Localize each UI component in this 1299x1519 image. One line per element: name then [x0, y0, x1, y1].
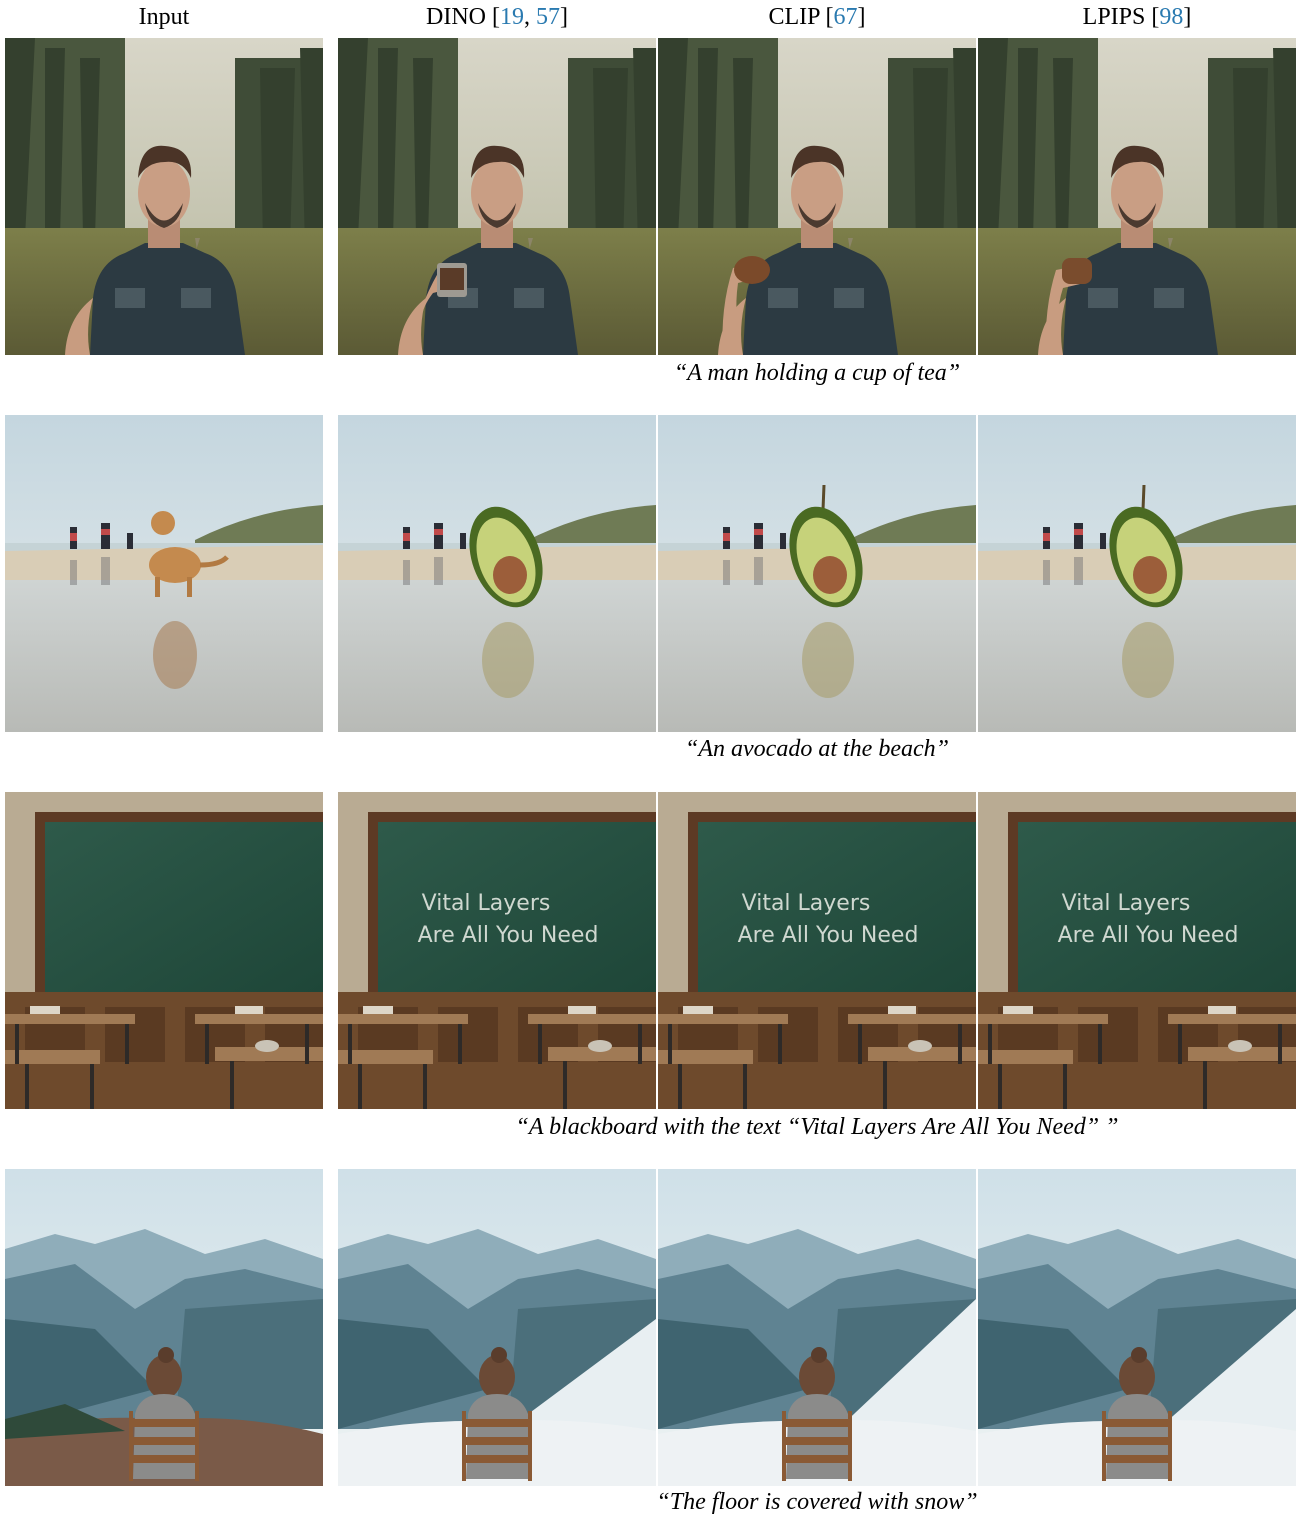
image-clip-blackboard: Vital Layers Are All You Need: [658, 792, 976, 1109]
image-input-cat: [5, 415, 323, 732]
row-caption: “A blackboard with the text “Vital Layer…: [338, 1112, 1296, 1142]
row-caption: “An avocado at the beach”: [338, 734, 1296, 764]
column-header-input: Input: [4, 2, 324, 32]
image-lpips-man-tea: [978, 38, 1296, 355]
caption-text: “A man holding a cup of tea”: [673, 360, 961, 386]
image-clip-man-tea: [658, 38, 976, 355]
image-dino-man-tea: [338, 38, 656, 355]
board-text-line2: Are All You Need: [738, 923, 919, 948]
citation-sep: ,: [523, 4, 536, 30]
citation-close: ]: [857, 4, 866, 30]
citation-link[interactable]: 57: [536, 4, 560, 30]
header-label: CLIP [: [768, 4, 834, 30]
image-clip-avocado: [658, 415, 976, 732]
board-text-line1: Vital Layers: [422, 891, 551, 916]
citation-link[interactable]: 67: [834, 4, 858, 30]
citation-link[interactable]: 19: [500, 4, 524, 30]
column-header-dino: DINO [19, 57]: [337, 2, 657, 32]
board-text-line1: Vital Layers: [742, 891, 871, 916]
citation-close: ]: [1183, 4, 1192, 30]
row-caption: “The floor is covered with snow”: [338, 1487, 1296, 1517]
image-dino-avocado: [338, 415, 656, 732]
image-input-mountain: [5, 1169, 323, 1486]
caption-text: “A blackboard with the text “Vital Layer…: [515, 1114, 1119, 1140]
board-text-line2: Are All You Need: [418, 923, 599, 948]
board-text-line2: Are All You Need: [1058, 923, 1239, 948]
image-clip-snow: [658, 1169, 976, 1486]
image-dino-blackboard: Vital Layers Are All You Need: [338, 792, 656, 1109]
row-caption: “A man holding a cup of tea”: [338, 358, 1296, 388]
image-dino-snow: [338, 1169, 656, 1486]
board-text-line1: Vital Layers: [1062, 891, 1191, 916]
image-lpips-snow: [978, 1169, 1296, 1486]
column-header-clip: CLIP [67]: [657, 2, 977, 32]
image-input-man: [5, 38, 323, 355]
citation-close: ]: [559, 4, 568, 30]
caption-text: “The floor is covered with snow”: [656, 1489, 978, 1515]
image-lpips-avocado: [978, 415, 1296, 732]
caption-text: “An avocado at the beach”: [685, 736, 949, 762]
image-input-blackboard: [5, 792, 323, 1109]
header-label: LPIPS [: [1082, 4, 1160, 30]
image-lpips-blackboard: Vital Layers Are All You Need: [978, 792, 1296, 1109]
header-label: DINO [: [426, 4, 500, 30]
citation-link[interactable]: 98: [1159, 4, 1183, 30]
column-header-lpips: LPIPS [98]: [977, 2, 1297, 32]
header-label: Input: [138, 4, 190, 30]
